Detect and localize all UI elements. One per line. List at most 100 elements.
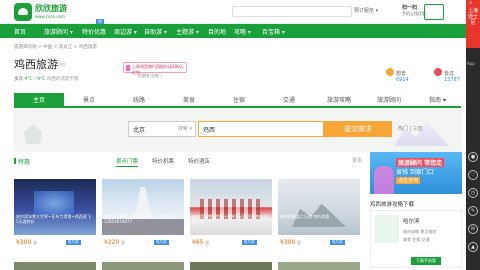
deal-caption: 哈尔滨冰雪大世界+雪乡5天游 往返特价机票优惠	[192, 214, 268, 224]
deal-image	[102, 179, 184, 235]
deal-price-unit: 起	[33, 240, 38, 245]
qr-promo[interactable]: 扫一扫 手机上找优惠	[402, 4, 426, 17]
app-download-button[interactable]: 下载手机版	[411, 257, 441, 265]
tab-food[interactable]: 美食	[164, 93, 214, 108]
tab-travel-guide[interactable]: 旅游攻略	[314, 93, 364, 108]
site-logo[interactable]: 欣欣旅游 www.cncn.com	[14, 3, 88, 21]
deal-tag: 哈尔滨	[154, 240, 169, 245]
nav-item-toolbox[interactable]: 百宝箱 ▾	[262, 27, 285, 36]
hot-keywords[interactable]: 热门 | 三亚	[398, 125, 423, 132]
app-desc-2: 美食 住宿 交通	[403, 237, 430, 242]
tab-home[interactable]: 主页	[14, 93, 64, 108]
promo-ad[interactable]: 上周鸡西旅行团报价送280元红包	[123, 62, 187, 75]
destination-tabs: 主页 景点 线路 美食 住宿 交通 旅游攻略 旅游顾问 指南 ▾	[14, 93, 461, 108]
nav-item-destination[interactable]: 目的地	[208, 27, 226, 36]
nav-item-deals[interactable]: 特价优惠	[82, 27, 106, 36]
nav-item-theme[interactable]: 主题游 ▾	[176, 27, 199, 36]
been-icon	[434, 68, 442, 76]
stat-want[interactable]: 想去 6914	[386, 68, 409, 83]
deal-card[interactable]	[190, 262, 272, 270]
promo-line-3: 点击咨询	[396, 177, 421, 184]
deal-price-value: ¥220	[104, 239, 120, 246]
logo-url: www.cncn.com	[35, 14, 66, 19]
city-dropdown-hint: 搜索 ▾	[177, 126, 192, 132]
deal-image	[278, 262, 360, 270]
deal-card[interactable]: 哈尔滨冰雪大世界+亚布力滑雪+鸡西双飞5天游特价 ¥300 起 哈尔滨	[14, 179, 96, 255]
promo-line-2: 省钱 到家门口	[396, 169, 434, 176]
deal-card[interactable]	[278, 262, 360, 270]
deal-caption: 哈尔滨太阳岛+镜泊湖+雪乡二日游特价13814619877	[104, 214, 175, 224]
chat-icon[interactable]: ✉	[468, 224, 478, 234]
app-label: App	[467, 61, 475, 66]
search-panel: 北京 搜索 ▾ 鸡西 提交需求 热门 | 三亚	[14, 108, 461, 152]
top-search-input[interactable]	[232, 6, 352, 17]
submit-request-button[interactable]: 提交需求	[324, 121, 392, 137]
city-select[interactable]: 北京 搜索 ▾	[128, 121, 196, 137]
deal-image	[14, 262, 96, 270]
logo-name: 欣欣旅游	[35, 4, 67, 13]
stat-want-value: 6914	[396, 77, 409, 83]
tab-advisor[interactable]: 旅游顾问	[364, 93, 414, 108]
stat-want-label: 想去	[396, 71, 407, 77]
app-name: 哈尔滨	[403, 219, 420, 225]
city-value: 北京	[133, 127, 146, 134]
app-card[interactable]: 哈尔滨 城市攻略 景点指南 美食 住宿 交通 下载手机版	[370, 210, 462, 268]
deal-card[interactable]	[102, 262, 184, 270]
qr-subtitle: 手机上找优惠	[402, 11, 426, 16]
deal-image	[14, 179, 96, 235]
deal-caption: 哈尔滨精品二日游 特价优惠	[280, 214, 330, 219]
deal-tag: 哈尔滨	[66, 240, 81, 245]
advisor-promo-banner[interactable]: 旅游顾问 带您走 省钱 到家门口 点击咨询	[370, 152, 462, 194]
deals-tab-hotels[interactable]: 特价酒店	[188, 157, 210, 165]
deal-image	[190, 262, 272, 270]
stat-been-label: 去过	[444, 71, 455, 77]
logo-icon	[14, 3, 32, 21]
deals-tab-flights[interactable]: 特价机票	[152, 157, 174, 165]
deal-price: ¥300 起	[16, 239, 37, 246]
close-icon[interactable]: ×	[469, 0, 472, 6]
side-promo[interactable]: × 上海迪士尼	[466, 0, 480, 48]
dot-icon[interactable]: ●	[468, 152, 478, 162]
qr-title: 扫一扫	[402, 5, 418, 11]
tab-guidebook[interactable]: 指南 ▾	[414, 93, 461, 108]
deals-tab-tickets[interactable]: 景点门票	[116, 157, 139, 167]
destination-search-input[interactable]: 鸡西	[198, 121, 324, 137]
deal-card[interactable]: 哈尔滨精品二日游 特价优惠 ¥300 起 哈尔滨	[278, 179, 360, 255]
tab-transport[interactable]: 交通	[264, 93, 314, 108]
nav-item-guide[interactable]: 攻略 ▾	[234, 27, 251, 36]
stat-been[interactable]: 去过 13787	[434, 68, 460, 83]
deal-price: ¥65 起	[192, 239, 209, 246]
top-links[interactable]: 预订服务 ▾	[354, 7, 378, 14]
advisor-figure	[374, 166, 394, 194]
edit-icon[interactable]: ✎	[468, 206, 478, 216]
app-desc-1: 城市攻略 景点指南	[403, 229, 437, 234]
top-bar: 欣欣旅游 www.cncn.com 预订服务 ▾ 扫一扫 手机上找优惠	[0, 0, 466, 24]
deal-price-value: ¥300	[280, 239, 296, 246]
clock-icon[interactable]: ◷	[468, 188, 478, 198]
deal-price-value: ¥65	[192, 239, 204, 246]
weather-label: 多云	[14, 77, 23, 82]
deals-more-link[interactable]: 更多 ›	[352, 157, 362, 170]
app-download: 鸡西旅游攻略下载 哈尔滨 城市攻略 景点指南 美食 住宿 交通 下载手机版	[370, 200, 462, 268]
heart-icon[interactable]: ♡	[468, 170, 478, 180]
breadcrumb[interactable]: 旅游目的地 > 中国 > 黑龙江 > 鸡西旅游	[14, 44, 97, 50]
deal-price-unit: 起	[205, 240, 210, 245]
deal-image	[278, 179, 360, 235]
deal-card[interactable]: 哈尔滨太阳岛+镜泊湖+雪乡二日游特价13814619877 ¥220 起 哈尔滨	[102, 179, 184, 255]
promo-ad-sub: 近期关注热门	[138, 73, 162, 78]
search-value: 鸡西	[203, 127, 216, 134]
nav-item-home[interactable]: 首页	[14, 27, 26, 36]
tab-hotels[interactable]: 住宿	[214, 93, 264, 108]
weather-temperature: 9°C - 9°C	[24, 77, 46, 82]
deal-card[interactable]	[14, 262, 96, 270]
nav-item-selfguided[interactable]: 自助游 ▾	[144, 27, 167, 36]
nav-item-advisor[interactable]: 旅游顾问 ▾	[44, 27, 73, 36]
phone-icon[interactable]	[424, 4, 444, 20]
top-arrow-icon[interactable]: ▲	[468, 242, 478, 252]
tab-routes[interactable]: 线路	[114, 93, 164, 108]
tab-attractions[interactable]: 景点	[64, 93, 114, 108]
deal-image	[190, 179, 272, 235]
deal-tag: 哈尔滨	[330, 240, 345, 245]
nav-item-nearby[interactable]: 周边游 ▾	[114, 27, 137, 36]
deal-card[interactable]: 哈尔滨冰雪大世界+雪乡5天游 往返特价机票优惠 ¥65 起 哈尔滨	[190, 179, 272, 255]
